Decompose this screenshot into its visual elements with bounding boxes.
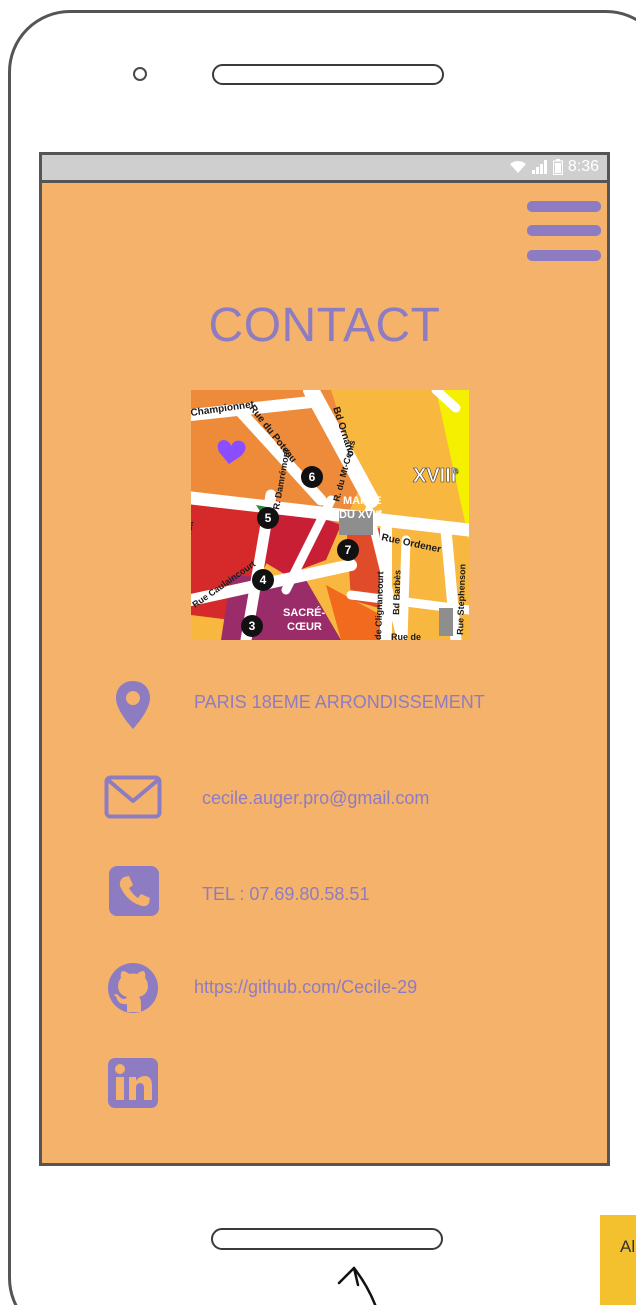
map-marker-3: 3	[249, 619, 256, 633]
status-icons: 8:36	[509, 158, 599, 176]
status-time: 8:36	[567, 158, 599, 175]
github-icon[interactable]	[103, 958, 163, 1018]
map-label-rue-de: Rue de	[391, 632, 421, 640]
map-label-barbes: Bd Barbès	[391, 570, 403, 615]
arrow-icon	[336, 1262, 386, 1305]
mockup-stage: 8:36 CONTACT Championnet Rue du Poteau B…	[0, 0, 636, 1305]
map-label-sacre-1: SACRÉ-	[283, 606, 326, 619]
home-button[interactable]	[211, 1228, 443, 1250]
page-title: CONTACT	[208, 299, 441, 352]
email-link[interactable]: cecile.auger.pro@gmail.com	[202, 788, 429, 809]
map-marker-5: 5	[265, 511, 272, 525]
menu-bar-middle	[527, 225, 601, 236]
linkedin-icon[interactable]	[103, 1053, 163, 1113]
location-pin-icon	[103, 675, 163, 735]
map-marker-4: 4	[260, 573, 267, 587]
envelope-icon[interactable]	[103, 767, 163, 827]
map-label-mairie-1: MAIRIE	[343, 495, 382, 507]
map-image: Championnet Rue du Poteau Bd Ornano R. D…	[191, 390, 469, 640]
menu-bar-top	[527, 201, 601, 212]
map-label-mairie-2: DU XVIII	[339, 509, 382, 521]
github-link[interactable]: https://github.com/Cecile-29	[194, 977, 417, 998]
corner-tab[interactable]: Al	[600, 1215, 636, 1305]
map-marker-7: 7	[345, 543, 352, 557]
wifi-icon	[509, 160, 527, 174]
map-marker-6: 6	[309, 470, 316, 484]
phone-screen: 8:36 CONTACT Championnet Rue du Poteau B…	[39, 152, 610, 1166]
phone-icon[interactable]	[104, 861, 164, 921]
hamburger-menu-button[interactable]	[527, 201, 603, 265]
phone-speaker	[212, 64, 444, 85]
map-label-arrondissement-sup: e	[453, 466, 459, 477]
battery-icon	[552, 159, 563, 175]
map-label-mairie-sup: e	[378, 509, 382, 516]
address-text: PARIS 18EME ARRONDISSEMENT	[194, 692, 485, 712]
map-label-sacre-2: CŒUR	[287, 621, 322, 633]
menu-bar-bottom	[527, 250, 601, 261]
front-camera	[133, 67, 147, 81]
status-bar: 8:36	[42, 155, 607, 183]
phone-text[interactable]: TEL : 07.69.80.58.51	[202, 884, 369, 905]
map-label-arrondissement: XVIII	[413, 465, 456, 487]
signal-icon	[531, 160, 548, 174]
